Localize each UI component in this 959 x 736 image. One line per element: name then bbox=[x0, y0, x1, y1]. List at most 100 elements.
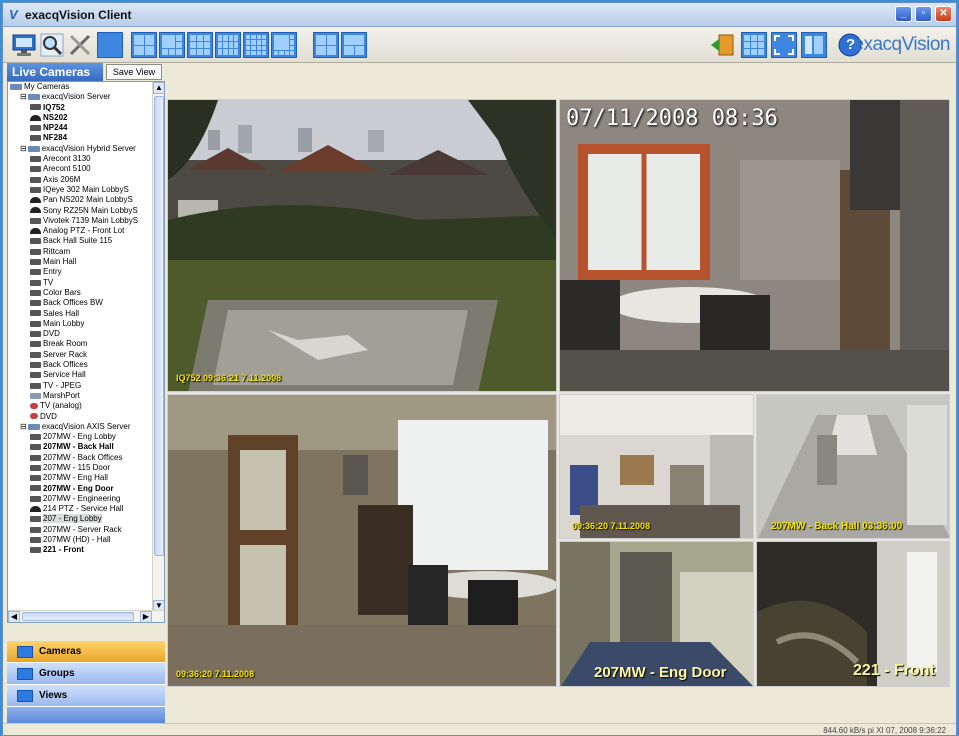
collapse-icon[interactable]: ⊟ bbox=[20, 422, 27, 431]
tree-item[interactable]: Back Offices BW bbox=[8, 298, 152, 308]
hscroll-thumb[interactable] bbox=[22, 612, 134, 621]
tree-item[interactable]: Main Lobby bbox=[8, 319, 152, 329]
tree-item[interactable]: Arecont 5100 bbox=[8, 164, 152, 174]
scroll-up-icon[interactable]: ▲ bbox=[153, 82, 164, 94]
title-bar[interactable]: V exacqVision Client _ ▫ ✕ bbox=[3, 3, 956, 27]
camera-icon bbox=[30, 547, 41, 554]
camera-tile-back-offices[interactable]: 09:36:20 7.11.2008 bbox=[559, 394, 754, 539]
fullscreen-icon[interactable] bbox=[771, 32, 797, 58]
panel-toggle-icon[interactable] bbox=[801, 32, 827, 58]
monitor-icon[interactable] bbox=[11, 32, 37, 58]
tree-item[interactable]: ⊟ exacqVision Server bbox=[8, 92, 152, 102]
camera-icon bbox=[30, 248, 41, 255]
tree-item[interactable]: Main Hall bbox=[8, 257, 152, 267]
collapse-icon[interactable]: ⊟ bbox=[20, 92, 27, 101]
tree-item[interactable]: 207 - Eng Lobby bbox=[8, 514, 152, 524]
tab-live-cameras[interactable]: Live Cameras bbox=[7, 63, 103, 81]
layout-custom-icon[interactable] bbox=[341, 32, 367, 58]
tree-item[interactable]: My Cameras bbox=[8, 82, 152, 92]
tree-item[interactable]: 207MW (HD) - Hall bbox=[8, 535, 152, 545]
vertical-scrollbar[interactable]: ▲ ▼ bbox=[152, 82, 164, 612]
tree-item[interactable]: MarshPort bbox=[8, 391, 152, 401]
tree-item[interactable]: 207MW - Server Rack bbox=[8, 525, 152, 535]
close-button[interactable]: ✕ bbox=[935, 6, 952, 22]
grid-select-icon[interactable] bbox=[741, 32, 767, 58]
tree-item-label: Vivotek 7139 Main LobbyS bbox=[43, 215, 139, 225]
tree-item[interactable]: 214 PTZ - Service Hall bbox=[8, 504, 152, 514]
tree-item[interactable]: 207MW - Eng Lobby bbox=[8, 432, 152, 442]
tools-icon[interactable] bbox=[67, 32, 93, 58]
tree-item[interactable]: Break Room bbox=[8, 339, 152, 349]
tree-item[interactable]: 207MW - Eng Door bbox=[8, 484, 152, 494]
tree-item[interactable]: Service Hall bbox=[8, 370, 152, 380]
nav-views-button[interactable]: Views bbox=[7, 685, 165, 707]
tree-item[interactable]: TV - JPEG bbox=[8, 381, 152, 391]
tree-item[interactable]: Entry bbox=[8, 267, 152, 277]
tree-item[interactable]: DVD bbox=[8, 329, 152, 339]
tree-item[interactable]: NF284 bbox=[8, 133, 152, 143]
tree-item[interactable]: Vivotek 7139 Main LobbyS bbox=[8, 216, 152, 226]
ptz-camera-icon bbox=[30, 228, 41, 235]
camera-tile-eng-door[interactable]: 207MW - Eng Door bbox=[559, 541, 754, 687]
scrollbar-thumb[interactable] bbox=[154, 96, 164, 556]
tree-item[interactable]: Back Offices bbox=[8, 360, 152, 370]
nav-groups-label: Groups bbox=[39, 668, 75, 679]
tree-item[interactable]: Arecont 3130 bbox=[8, 154, 152, 164]
tree-item[interactable]: Analog PTZ - Front Lot bbox=[8, 226, 152, 236]
nav-cameras-button[interactable]: Cameras bbox=[7, 641, 165, 663]
layout-1plus12-icon[interactable] bbox=[271, 32, 297, 58]
layout-2x2-icon[interactable] bbox=[131, 32, 157, 58]
tree-item[interactable]: TV bbox=[8, 278, 152, 288]
tree-item-label: 207MW - 115 Door bbox=[43, 462, 110, 472]
tree-item[interactable]: 207MW - Eng Hall bbox=[8, 473, 152, 483]
tree-item[interactable]: IQ752 bbox=[8, 103, 152, 113]
tree-item[interactable]: Sony RZ25N Main LobbyS bbox=[8, 206, 152, 216]
camera-tile-iq752[interactable]: IQ752 09:36:21 7.11.2008 bbox=[167, 99, 557, 392]
tree-item[interactable]: 207MW - Engineering bbox=[8, 494, 152, 504]
horizontal-scrollbar[interactable]: ◀ ▶ bbox=[8, 610, 164, 622]
tree-item[interactable]: 207MW - Back Hall bbox=[8, 442, 152, 452]
tree-item[interactable]: 207MW - Back Offices bbox=[8, 453, 152, 463]
camera-icon bbox=[30, 176, 41, 183]
collapse-icon[interactable]: ⊟ bbox=[20, 144, 27, 153]
tree-item[interactable]: DVD bbox=[8, 412, 152, 422]
camera-tile-ns202[interactable]: 07/11/2008 08:36 bbox=[559, 99, 950, 392]
tree-item[interactable]: NS202 bbox=[8, 113, 152, 123]
tree-item[interactable]: TV (analog) bbox=[8, 401, 152, 411]
layout-4x4-icon[interactable] bbox=[243, 32, 269, 58]
tree-item[interactable]: Axis 206M bbox=[8, 175, 152, 185]
my-cameras-icon bbox=[10, 83, 22, 90]
tree-item[interactable]: NP244 bbox=[8, 123, 152, 133]
tree-item[interactable]: 207MW - 115 Door bbox=[8, 463, 152, 473]
layout-3x3-icon[interactable] bbox=[187, 32, 213, 58]
tree-item[interactable]: IQeye 302 Main LobbyS bbox=[8, 185, 152, 195]
scroll-right-icon[interactable]: ▶ bbox=[140, 611, 152, 622]
maximize-button[interactable]: ▫ bbox=[915, 6, 932, 22]
tree-item[interactable]: Back Hall Suite 115 bbox=[8, 236, 152, 246]
camera-tile-office[interactable]: 09:36:20 7.11.2008 bbox=[167, 394, 557, 687]
app-window: V exacqVision Client _ ▫ ✕ ? exacqVision… bbox=[2, 2, 957, 736]
tree-item[interactable]: Pan NS202 Main LobbyS bbox=[8, 195, 152, 205]
export-icon[interactable] bbox=[709, 32, 735, 58]
camera-icon bbox=[30, 166, 41, 173]
tree-item[interactable]: Rittcam bbox=[8, 247, 152, 257]
tree-item[interactable]: Color Bars bbox=[8, 288, 152, 298]
scroll-left-icon[interactable]: ◀ bbox=[8, 611, 20, 622]
layout-4x3-icon[interactable] bbox=[215, 32, 241, 58]
camera-feed-back-offices bbox=[560, 395, 753, 538]
tree-item[interactable]: 221 - Front bbox=[8, 545, 152, 555]
tree-item[interactable]: Server Rack bbox=[8, 350, 152, 360]
save-view-button[interactable]: Save View bbox=[106, 64, 162, 80]
layout-sequence-icon[interactable] bbox=[313, 32, 339, 58]
nav-groups-button[interactable]: Groups bbox=[7, 663, 165, 685]
status-text: 844.60 kB/s pi XI 07, 2008 9:36:22 bbox=[823, 726, 946, 735]
camera-tile-221-front[interactable]: 221 - Front bbox=[756, 541, 950, 687]
search-icon[interactable] bbox=[39, 32, 65, 58]
tree-item[interactable]: Sales Hall bbox=[8, 309, 152, 319]
camera-tile-back-hall[interactable]: 207MW - Back Hall 03:36:00 bbox=[756, 394, 950, 539]
tree-item[interactable]: ⊟ exacqVision Hybrid Server bbox=[8, 144, 152, 154]
layout-1x1-icon[interactable] bbox=[97, 32, 123, 58]
tree-item[interactable]: ⊟ exacqVision AXIS Server bbox=[8, 422, 152, 432]
layout-1plus5-icon[interactable] bbox=[159, 32, 185, 58]
minimize-button[interactable]: _ bbox=[895, 6, 912, 22]
